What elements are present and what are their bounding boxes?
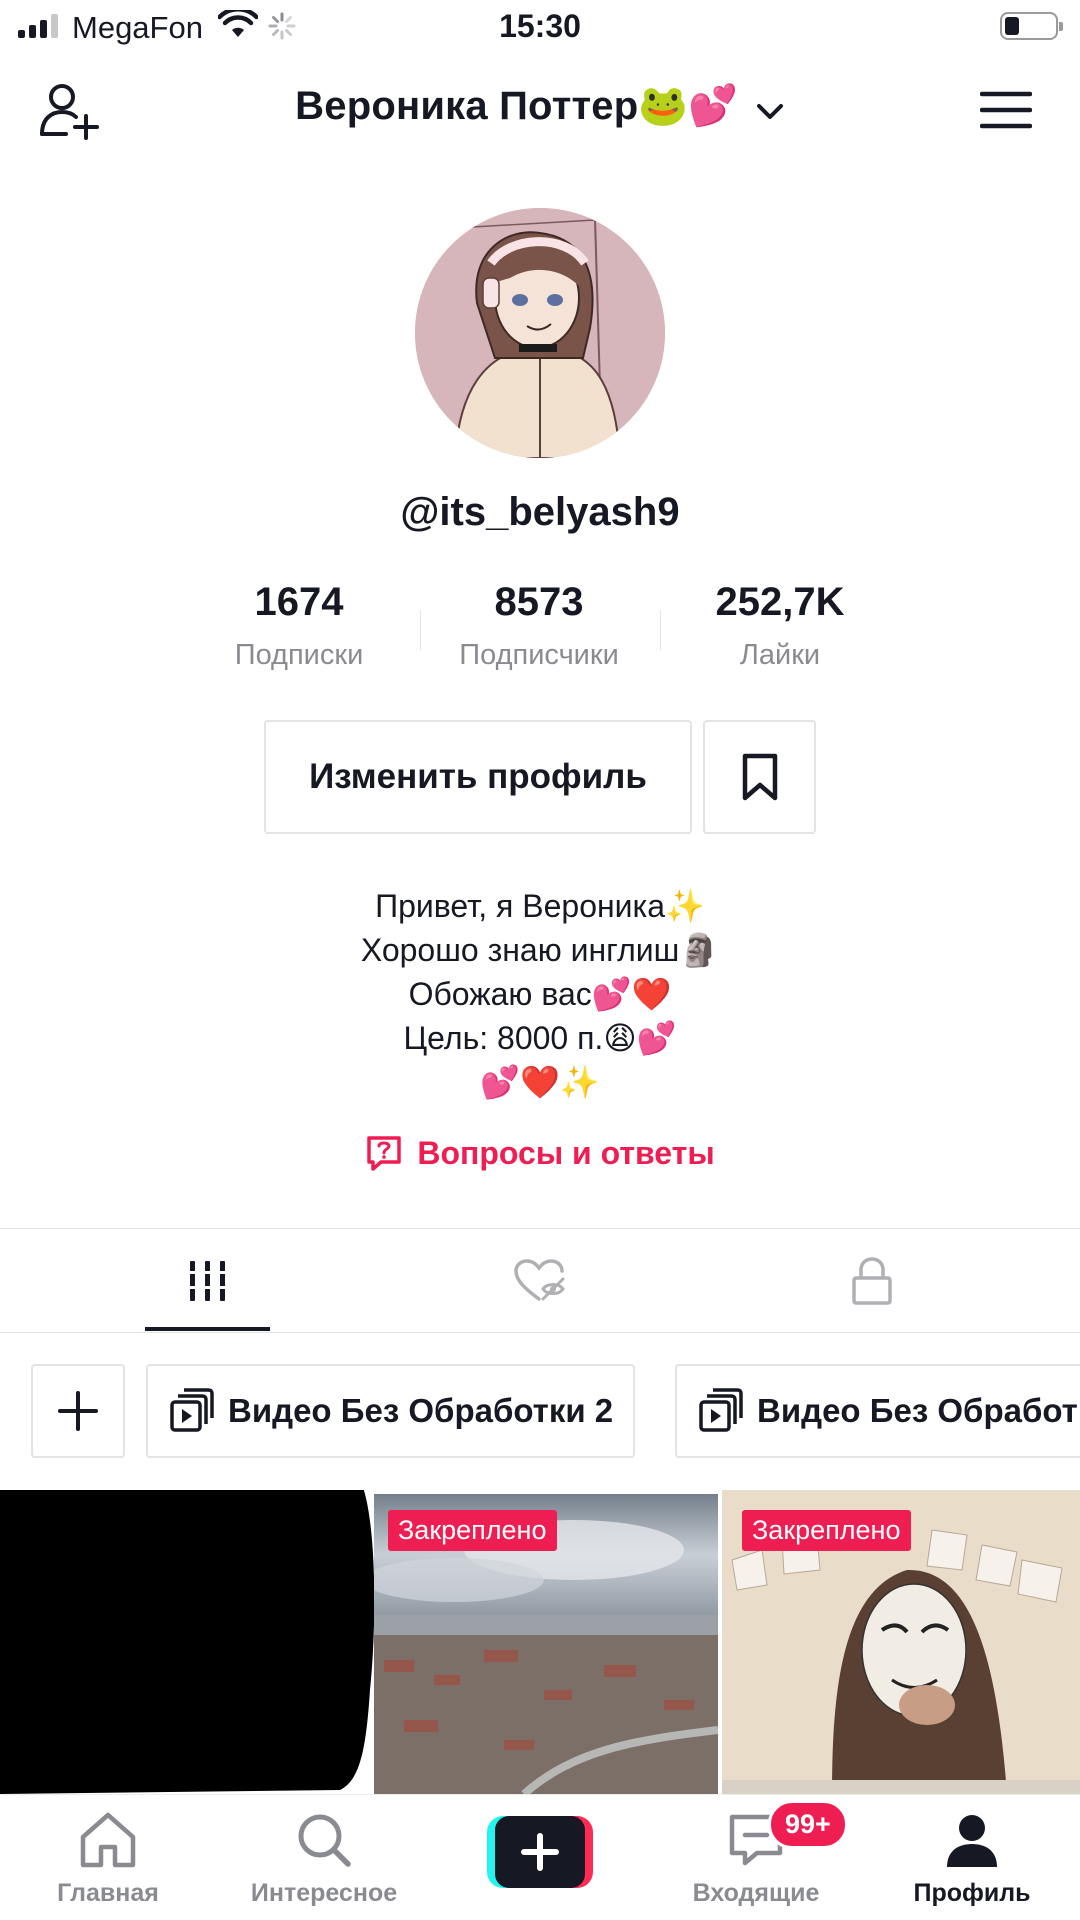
- profile-icon: [947, 1815, 997, 1867]
- username: @its_belyash9: [400, 490, 680, 534]
- playlist-icon: [170, 1388, 214, 1432]
- chevron-down-icon: [756, 103, 783, 119]
- nav-profile-label: Профиль: [913, 1879, 1031, 1907]
- bio-line: 💕❤️✨: [480, 1064, 600, 1100]
- nav-inbox-label: Входящие: [692, 1879, 820, 1907]
- redacted-thumbnail: [0, 1490, 374, 1794]
- following-stat[interactable]: 1674 Подписки: [179, 580, 419, 672]
- bookmark-icon: [742, 753, 777, 801]
- content-tabs: [0, 1229, 1080, 1333]
- lock-icon: [852, 1257, 892, 1305]
- nav-discover-label: Интересное: [250, 1879, 398, 1907]
- grid-icon: [188, 1261, 228, 1301]
- plus-icon: [487, 1816, 593, 1888]
- qa-label: Вопросы и ответы: [417, 1134, 715, 1171]
- bio-line: Обожаю вас💕❤️: [408, 976, 672, 1012]
- tab-liked[interactable]: [360, 1229, 720, 1333]
- nav-home[interactable]: Главная: [0, 1795, 216, 1920]
- status-time: 15:30: [499, 8, 581, 44]
- likes-label: Лайки: [739, 639, 821, 671]
- video-thumbnail[interactable]: Закреплено: [374, 1490, 718, 1794]
- playlist-icon: [699, 1388, 743, 1432]
- playlist-label: Видео Без Обработки 2: [228, 1392, 614, 1429]
- video-thumbnail[interactable]: Закреплено: [722, 1490, 1080, 1794]
- edit-profile-button[interactable]: Изменить профиль: [264, 720, 692, 834]
- following-label: Подписки: [234, 639, 364, 671]
- menu-icon[interactable]: [980, 90, 1032, 130]
- likes-stat[interactable]: 252,7K Лайки: [660, 580, 900, 672]
- bio-line: Цель: 8000 п.😩💕: [403, 1020, 677, 1056]
- followers-count: 8573: [494, 580, 584, 624]
- playlist-label: Видео Без Обработки: [757, 1392, 1080, 1429]
- bio-line: Привет, я Вероника✨: [375, 888, 705, 924]
- nav-create[interactable]: [432, 1795, 648, 1920]
- tab-private[interactable]: [692, 1229, 1052, 1333]
- avatar[interactable]: [415, 208, 665, 458]
- following-count: 1674: [254, 580, 344, 624]
- bio-line: Хорошо знаю инглиш🗿: [360, 932, 720, 968]
- question-bubble-icon: [367, 1136, 402, 1171]
- pinned-badge: Закреплено: [742, 1510, 911, 1551]
- divider: [0, 1332, 1080, 1333]
- bio: Привет, я Вероника✨ Хорошо знаю инглиш🗿 …: [0, 884, 1080, 1104]
- status-bar: MegaFon 15:30: [0, 0, 1080, 56]
- favorites-button[interactable]: [703, 720, 816, 834]
- qa-link[interactable]: Вопросы и ответы: [0, 1134, 1080, 1172]
- nav-profile[interactable]: Профиль: [864, 1795, 1080, 1920]
- nav-discover[interactable]: Интересное: [216, 1795, 432, 1920]
- account-switcher[interactable]: Вероника Поттер🐸💕: [0, 82, 1080, 129]
- video-grid: Закреплено Закреплено: [0, 1490, 1080, 1794]
- active-tab-indicator: [145, 1327, 270, 1331]
- likes-count: 252,7K: [715, 580, 845, 624]
- tab-videos[interactable]: [28, 1229, 388, 1333]
- avatar-illustration: [415, 208, 665, 458]
- nav-home-label: Главная: [57, 1879, 159, 1907]
- profile-stats: 1674 Подписки 8573 Подписчики 252,7K Лай…: [0, 580, 1080, 680]
- pinned-badge: Закреплено: [388, 1510, 557, 1551]
- inbox-badge: 99+: [768, 1800, 848, 1849]
- home-icon: [80, 1812, 136, 1868]
- battery-icon: [1000, 12, 1063, 40]
- profile-title: Вероника Поттер🐸💕: [295, 84, 739, 128]
- bottom-nav: Главная Интересное Входящие Профиль: [0, 1794, 1080, 1920]
- search-icon: [298, 1814, 351, 1867]
- followers-stat[interactable]: 8573 Подписчики: [419, 580, 659, 672]
- playlists-row: Видео Без Обработки 2 Видео Без Обработк…: [0, 1364, 1080, 1460]
- playlist-chip[interactable]: Видео Без Обработки 2: [146, 1364, 636, 1458]
- video-thumbnail[interactable]: [0, 1490, 374, 1794]
- add-playlist-button[interactable]: [31, 1364, 125, 1458]
- followers-label: Подписчики: [459, 639, 619, 671]
- plus-icon: [58, 1391, 98, 1431]
- profile-header: Вероника Поттер🐸💕: [0, 70, 1080, 150]
- heart-hidden-icon: [514, 1259, 565, 1301]
- playlist-chip[interactable]: Видео Без Обработки: [675, 1364, 1080, 1458]
